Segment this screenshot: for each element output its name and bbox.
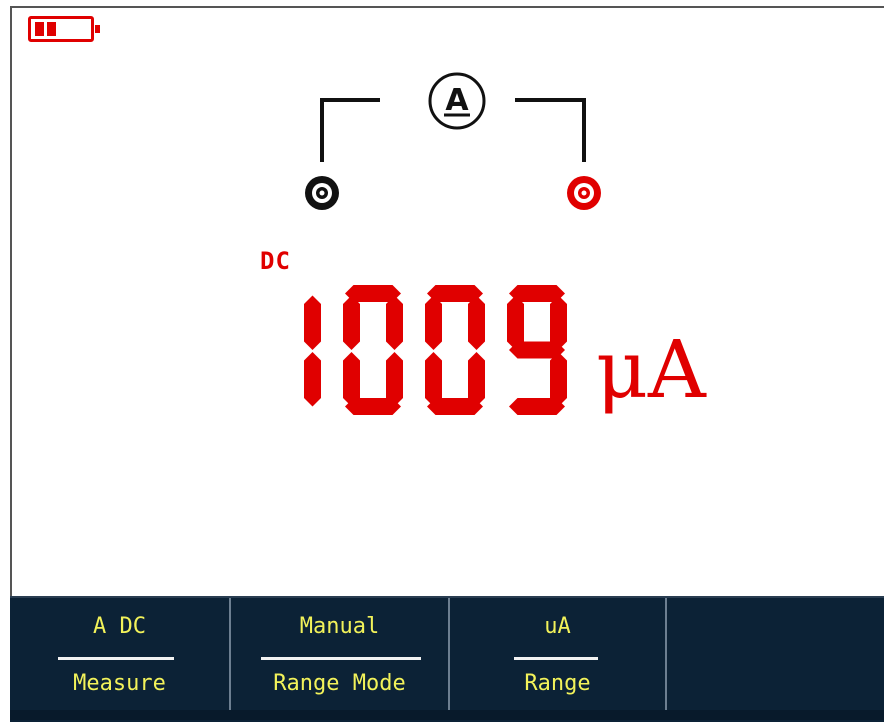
connection-diagram: A [305,72,601,210]
softkey-value: Manual [299,614,380,639]
softkey-divider [58,657,174,660]
footer-strip [10,710,884,720]
softkey-divider [514,657,598,660]
reading-digit [507,285,567,415]
digit-segment [468,295,485,350]
digit-segment [343,352,360,407]
softkey-label: Range Mode [273,671,406,696]
softkey-value: A DC [93,614,146,639]
com-terminal-icon [305,176,339,210]
input-terminal-icon [567,176,601,210]
digit-segment [386,295,403,350]
reading-digit [304,295,321,407]
softkey-bar: A DC Measure Manual Range Mode uA Range [10,596,884,722]
reading-digit [343,285,403,415]
softkey-value: uA [544,614,571,639]
digit-segment [425,295,442,350]
ammeter-icon: A [428,72,486,130]
softkey-divider [261,657,421,660]
reading-display [304,285,567,415]
ammeter-letter: A [445,83,469,118]
softkey-range-mode[interactable]: Manual Range Mode [231,598,450,710]
digit-segment [343,295,360,350]
digit-segment [304,295,321,350]
softkey-label: Range [524,671,591,696]
softkey-range[interactable]: uA Range [450,598,667,710]
digit-segment [509,398,565,415]
digit-segment [425,352,442,407]
reading-digit [425,285,485,415]
digit-segment [304,352,321,407]
digit-segment [509,341,565,359]
softkey-measure[interactable]: A DC Measure [10,598,231,710]
coupling-label: DC [260,247,291,275]
softkey-label: Measure [73,671,166,696]
unit-label: μA [596,323,706,416]
